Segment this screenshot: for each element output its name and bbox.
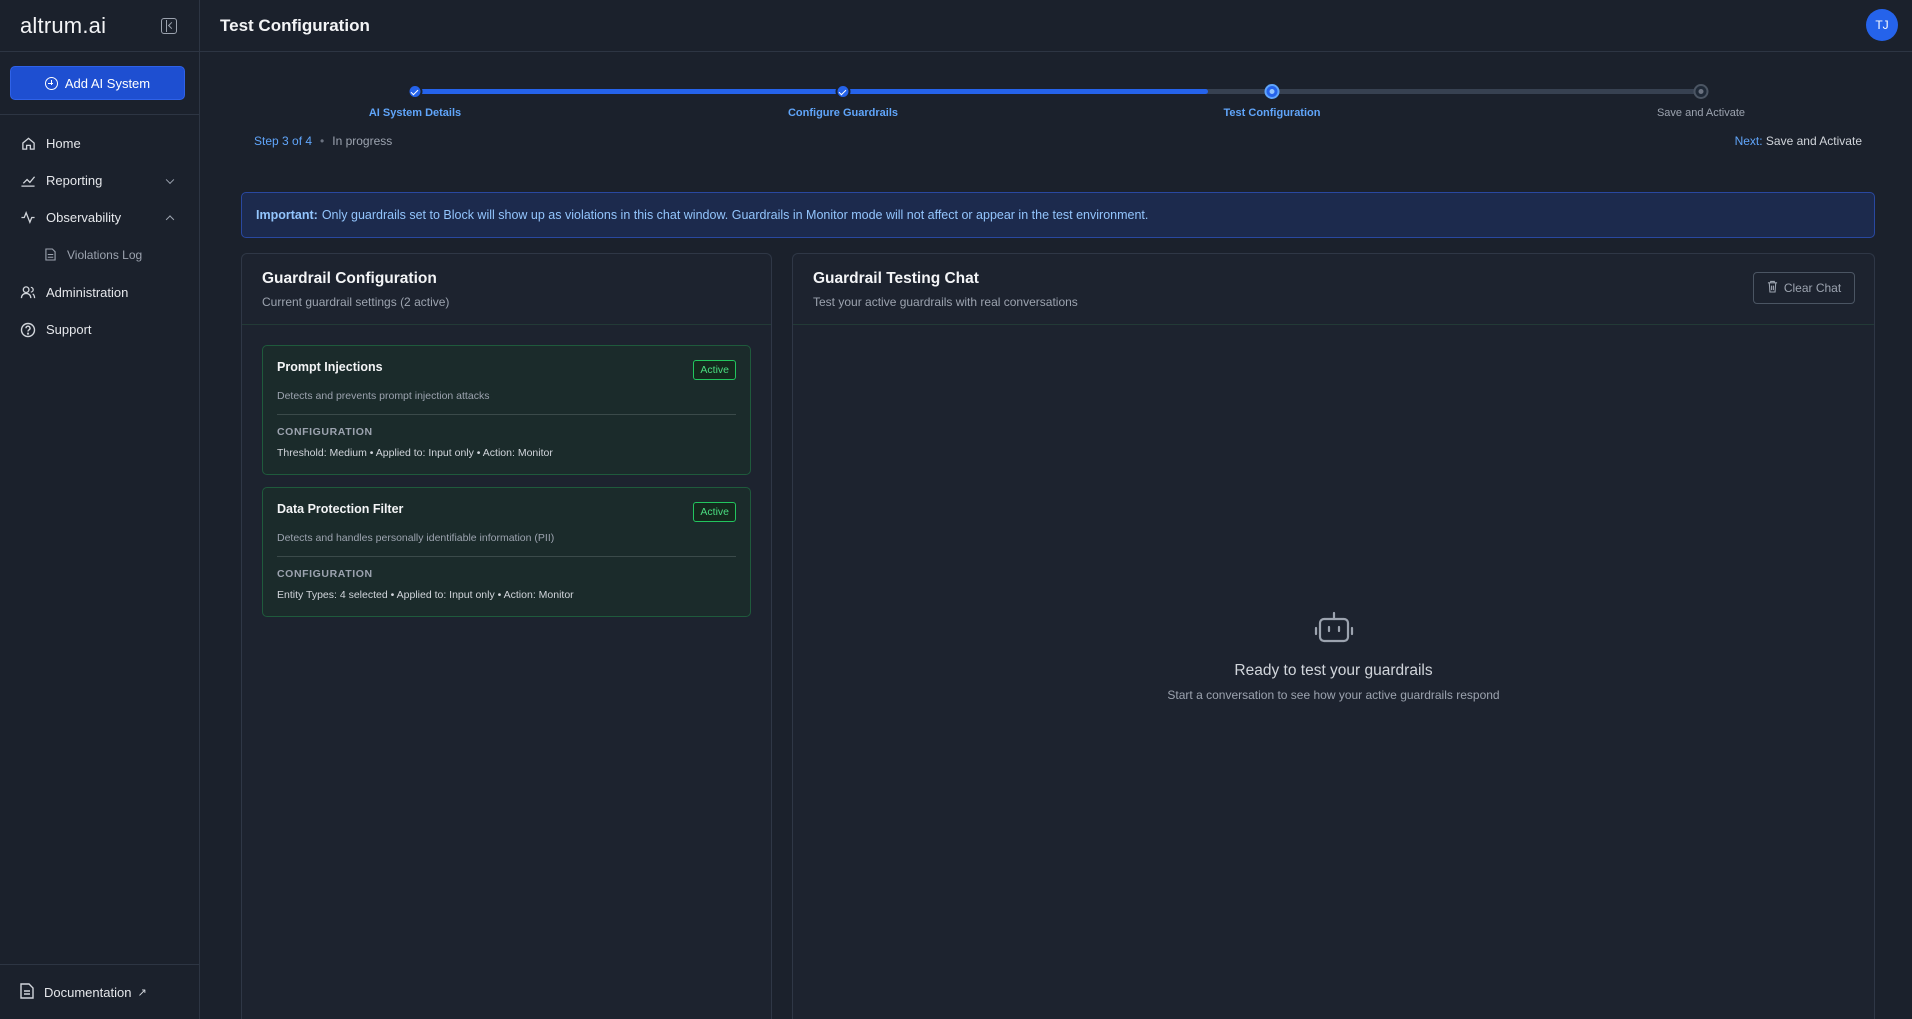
sidebar-item-label: Observability <box>46 210 122 225</box>
users-icon <box>20 285 36 301</box>
external-link-icon: ↗ <box>137 986 147 999</box>
page-title: Test Configuration <box>220 15 370 35</box>
configuration-label: CONFIGURATION <box>277 426 373 438</box>
page-header: Test Configuration TJ <box>200 0 1912 52</box>
configuration-value: Threshold: Medium • Applied to: Input on… <box>277 447 553 459</box>
trash-icon <box>1767 280 1778 296</box>
bot-icon <box>1314 609 1354 645</box>
document-icon <box>20 982 34 1002</box>
documentation-label: Documentation <box>44 984 132 1000</box>
step-label-1: AI System Details <box>368 107 462 119</box>
panel-header: Guardrail Configuration Current guardrai… <box>242 254 771 325</box>
step-3-current-icon <box>1264 84 1280 99</box>
configuration-label: CONFIGURATION <box>277 568 373 580</box>
notice-text: Only guardrails set to Block will show u… <box>321 208 1149 222</box>
step-label-3: Test Configuration <box>1223 107 1321 119</box>
sidebar-item-observability[interactable]: Observability <box>0 199 199 236</box>
home-icon <box>20 136 36 152</box>
step-status: In progress <box>332 134 393 148</box>
guardrail-card-prompt-injections: Prompt Injections Active Detects and pre… <box>262 345 751 475</box>
sidebar-nav: Home Reporting Observability Violations … <box>0 115 199 348</box>
step-4-pending-icon <box>1693 84 1709 99</box>
plus-circle-icon <box>44 76 58 90</box>
documentation-link[interactable]: Documentation ↗ <box>0 964 199 1019</box>
separator-dot: • <box>320 134 325 148</box>
panel-title: Guardrail Testing Chat <box>813 270 979 287</box>
sidebar-item-administration[interactable]: Administration <box>0 274 199 311</box>
step-label-2: Configure Guardrails <box>787 107 899 119</box>
configuration-value: Entity Types: 4 selected • Applied to: I… <box>277 589 574 601</box>
guardrail-description: Detects and prevents prompt injection at… <box>277 390 736 415</box>
stepper-track <box>415 89 1701 94</box>
chevron-down-icon[interactable] <box>165 175 175 184</box>
panel-subtitle: Current guardrail settings (2 active) <box>262 295 450 309</box>
panel-subtitle: Test your active guardrails with real co… <box>813 295 1078 309</box>
guardrail-name: Prompt Injections <box>277 360 383 374</box>
sidebar-item-label: Home <box>46 136 81 151</box>
logo[interactable]: altrum.ai <box>20 13 106 39</box>
guardrail-description: Detects and handles personally identifia… <box>277 532 736 557</box>
step-1-done-icon <box>407 84 423 99</box>
clear-chat-button[interactable]: Clear Chat <box>1753 272 1855 304</box>
stepper: AI System Details Configure Guardrails T… <box>200 52 1912 182</box>
add-ai-system-wrap: Add AI System <box>0 52 199 115</box>
next-value: Save and Activate <box>1765 134 1862 148</box>
notice-strong: Important: <box>256 208 318 222</box>
sidebar-item-reporting[interactable]: Reporting <box>0 162 199 199</box>
next-step-info: Next: Save and Activate <box>1735 134 1862 148</box>
guardrail-card-data-protection: Data Protection Filter Active Detects an… <box>262 487 751 617</box>
status-badge: Active <box>693 502 736 522</box>
sidebar-collapse-icon[interactable] <box>161 17 177 34</box>
chevron-up-icon[interactable] <box>165 214 175 224</box>
clear-chat-label: Clear Chat <box>1783 281 1842 295</box>
activity-icon <box>20 210 36 226</box>
sidebar-item-label: Administration <box>46 285 129 300</box>
sidebar-item-label: Violations Log <box>67 248 143 262</box>
empty-chat-state: Ready to test your guardrails Start a co… <box>793 609 1874 702</box>
status-badge: Active <box>693 360 736 380</box>
add-ai-system-label: Add AI System <box>64 75 151 91</box>
chart-icon <box>20 173 36 189</box>
sidebar: altrum.ai Add AI System Home Reporting O… <box>0 0 200 1019</box>
panel-body: Prompt Injections Active Detects and pre… <box>242 325 771 649</box>
guardrail-configuration-panel: Guardrail Configuration Current guardrai… <box>241 253 772 1019</box>
empty-subtitle: Start a conversation to see how your act… <box>1167 688 1500 702</box>
next-label: Next: <box>1734 134 1763 148</box>
step-2-done-icon <box>835 84 851 99</box>
panel-header: Guardrail Testing Chat Test your active … <box>793 254 1874 325</box>
file-icon <box>45 248 57 262</box>
panel-title: Guardrail Configuration <box>262 270 437 287</box>
empty-title: Ready to test your guardrails <box>1234 662 1433 679</box>
sidebar-item-label: Support <box>46 322 92 337</box>
sidebar-item-support[interactable]: Support <box>0 311 199 348</box>
brand-row: altrum.ai <box>0 0 199 52</box>
step-count: Step 3 of 4 <box>254 134 313 148</box>
sidebar-item-label: Reporting <box>46 173 103 188</box>
guardrail-testing-chat-panel: Guardrail Testing Chat Test your active … <box>792 253 1875 1019</box>
important-notice: Important: Only guardrails set to Block … <box>241 192 1875 238</box>
stepper-progress-fill <box>415 89 1209 94</box>
step-label-4: Save and Activate <box>1656 107 1746 119</box>
sidebar-item-home[interactable]: Home <box>0 125 199 162</box>
avatar[interactable]: TJ <box>1866 9 1898 41</box>
add-ai-system-button[interactable]: Add AI System <box>10 66 185 100</box>
help-circle-icon <box>20 322 36 338</box>
step-meta: Step 3 of 4 • In progress <box>254 134 392 148</box>
guardrail-name: Data Protection Filter <box>277 502 404 516</box>
sidebar-item-violations-log[interactable]: Violations Log <box>0 236 199 274</box>
